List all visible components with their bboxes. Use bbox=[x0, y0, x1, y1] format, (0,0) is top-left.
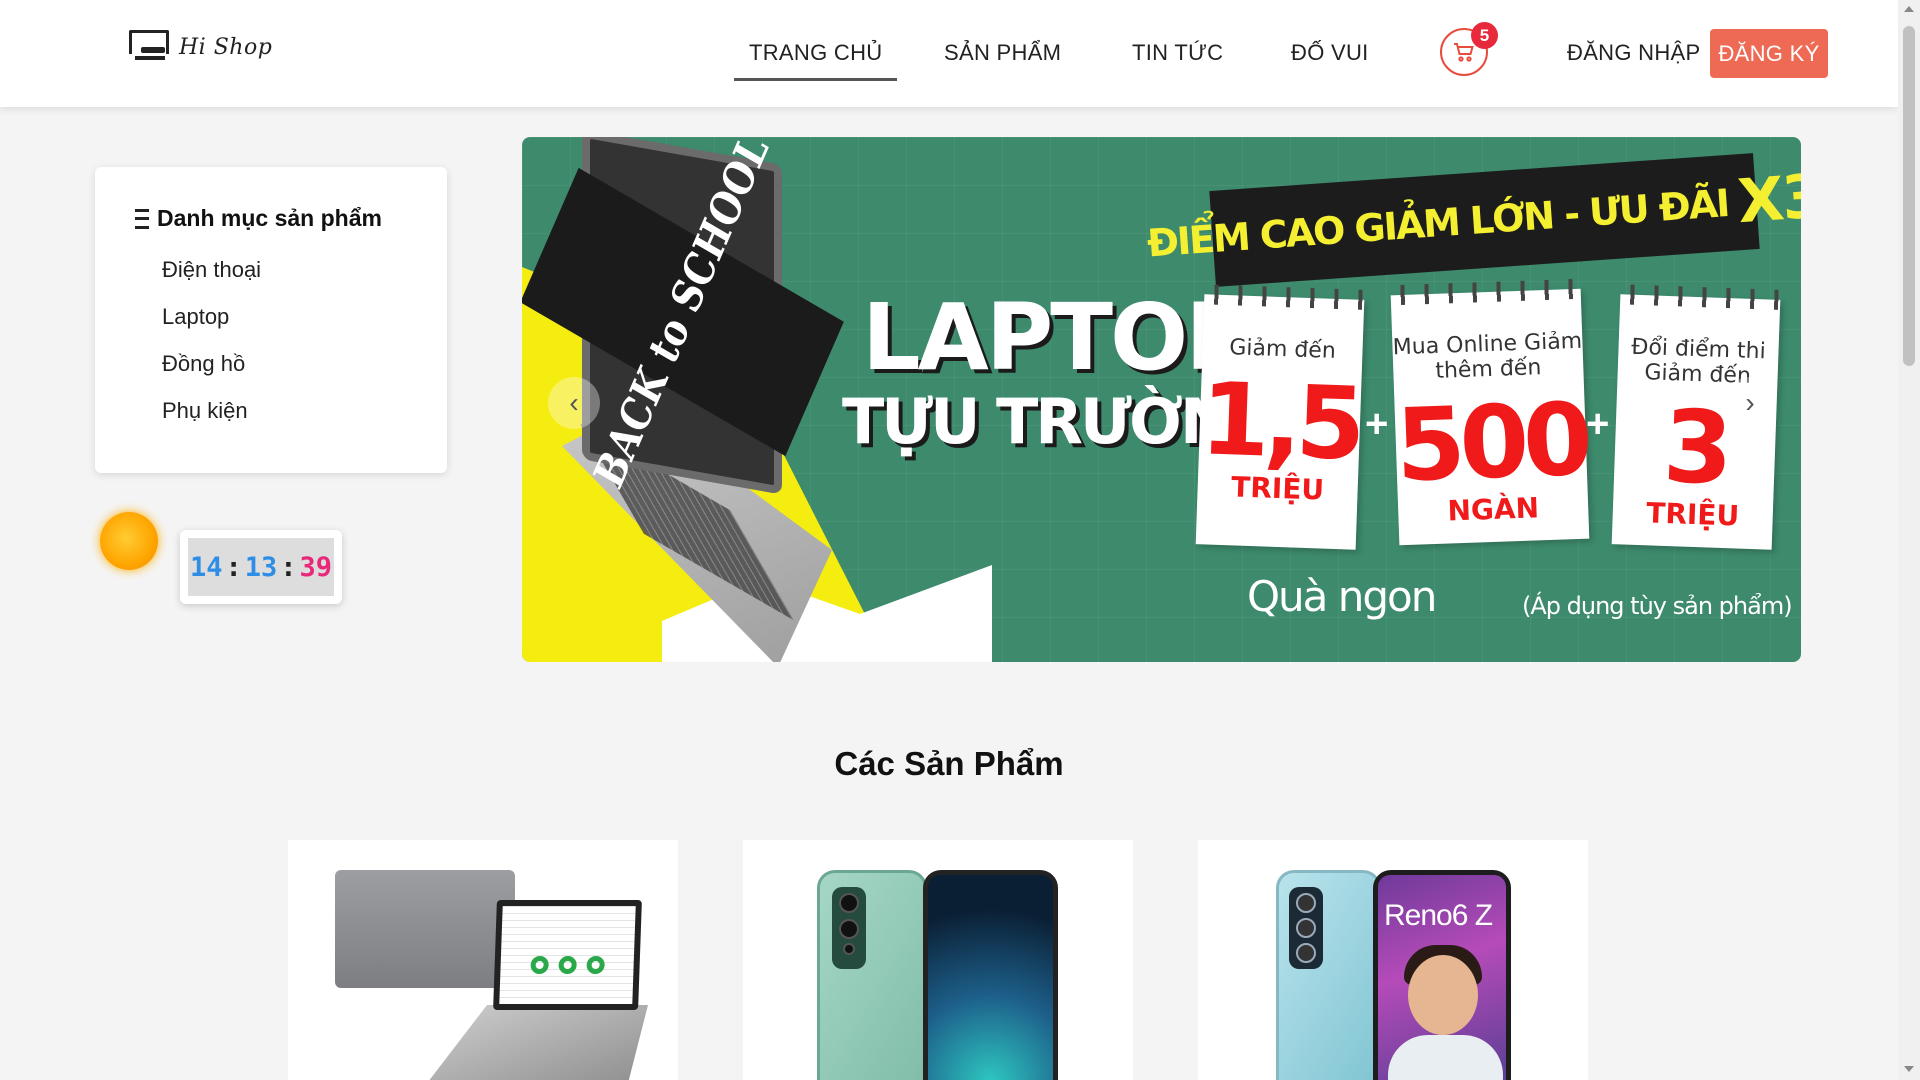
top-header: Hi Shop TRANG CHỦ SẢN PHẨM TIN TỨC ĐỐ VU… bbox=[0, 0, 1898, 107]
logo-text: Hi Shop bbox=[179, 34, 273, 60]
offer-value: 500 bbox=[1393, 380, 1589, 504]
nav-home[interactable]: TRANG CHỦ bbox=[733, 40, 899, 81]
gift-note: (Áp dụng tùy sản phẩm) bbox=[1522, 592, 1793, 620]
clock-seconds: 39 bbox=[299, 551, 333, 583]
category-item-accessories[interactable]: Phụ kiện bbox=[162, 398, 248, 424]
product-card[interactable]: Reno6 Z bbox=[1198, 840, 1588, 1080]
banner-headline-text: ĐIỂM CAO GIẢM LỚN - ƯU ĐÃI bbox=[1145, 181, 1730, 266]
section-title: Các Sản Phẩm bbox=[834, 745, 1064, 782]
plus-sign: + bbox=[1586, 402, 1610, 446]
list-icon bbox=[135, 208, 149, 229]
offer-unit: TRIỆU bbox=[1645, 495, 1740, 533]
clock-minutes: 13 bbox=[244, 551, 278, 583]
chevron-right-icon[interactable]: › bbox=[1724, 377, 1776, 429]
product-card[interactable] bbox=[288, 840, 678, 1080]
digital-clock: 14 : 13 : 39 bbox=[180, 530, 342, 604]
offer-card: Mua Online Giảm thêm đến 500 NGÀN bbox=[1390, 278, 1590, 546]
category-item-watches[interactable]: Đồng hồ bbox=[162, 351, 245, 377]
product-card[interactable] bbox=[743, 840, 1133, 1080]
offer-card: Giảm đến 1,5 TRIỆU bbox=[1195, 284, 1365, 550]
nav-products[interactable]: SẢN PHẨM bbox=[944, 40, 1061, 66]
login-link[interactable]: ĐĂNG NHẬP bbox=[1567, 40, 1701, 66]
chevron-left-icon[interactable]: ‹ bbox=[548, 377, 600, 429]
monitor-logo-icon bbox=[127, 30, 173, 64]
scroll-down-icon[interactable] bbox=[1904, 1066, 1914, 1072]
clock-separator: : bbox=[225, 551, 242, 583]
offer-value: 1,5 bbox=[1198, 360, 1362, 484]
page-scrollbar[interactable] bbox=[1898, 0, 1920, 1080]
scroll-up-icon[interactable] bbox=[1904, 6, 1914, 12]
cart-icon bbox=[1454, 43, 1474, 62]
clock-hours: 14 bbox=[189, 551, 223, 583]
category-title-text: Danh mục sản phẩm bbox=[157, 205, 382, 231]
cart-count-badge: 5 bbox=[1471, 22, 1498, 49]
register-button[interactable]: ĐĂNG KÝ bbox=[1710, 29, 1828, 78]
clock-separator: : bbox=[280, 551, 297, 583]
offer-caption: Mua Online Giảm thêm đến bbox=[1392, 328, 1583, 385]
category-panel: Danh mục sản phẩm Điện thoại Laptop Đồng… bbox=[95, 167, 447, 473]
phone-screen-label: Reno6 Z bbox=[1384, 899, 1493, 932]
plus-sign: + bbox=[1365, 402, 1389, 446]
site-logo[interactable]: Hi Shop bbox=[127, 30, 272, 64]
gift-text: Quà ngon bbox=[1247, 572, 1437, 621]
category-item-laptop[interactable]: Laptop bbox=[162, 304, 229, 330]
scroll-thumb[interactable] bbox=[1903, 26, 1915, 366]
banner-headline-multiplier: X3 bbox=[1735, 161, 1801, 238]
promo-banner[interactable]: BACK to SCHOOL LAPTOP TỰU TRƯỜNG ĐIỂM CA… bbox=[522, 137, 1801, 662]
category-title: Danh mục sản phẩm bbox=[135, 205, 382, 232]
nav-quiz[interactable]: ĐỐ VUI bbox=[1291, 40, 1369, 66]
nav-news[interactable]: TIN TỨC bbox=[1132, 40, 1223, 66]
category-item-phones[interactable]: Điện thoại bbox=[162, 257, 261, 283]
sun-icon bbox=[100, 512, 158, 570]
